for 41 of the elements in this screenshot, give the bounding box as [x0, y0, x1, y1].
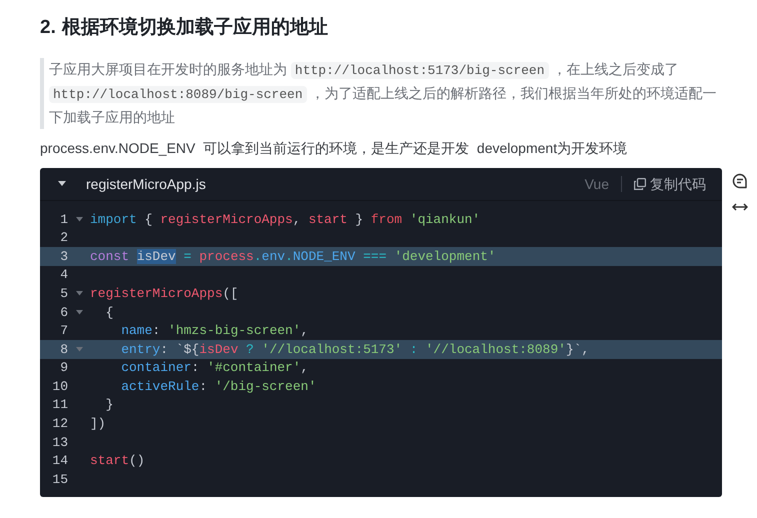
copy-code-button[interactable]: 复制代码 [634, 174, 706, 194]
code-text: activeRule: '/big-screen' [120, 378, 316, 396]
line-number: 5 [59, 284, 68, 303]
line-number: 14 [51, 452, 68, 470]
expand-width-icon[interactable] [732, 201, 748, 213]
code-text: name: 'hmzs-big-screen', [120, 322, 308, 340]
code-text: const isDev = process.env.NODE_ENV === 'development' [90, 248, 496, 266]
line-number: 7 [59, 322, 68, 340]
fold-caret-icon[interactable] [76, 291, 82, 296]
code-text: start() [90, 452, 145, 470]
code-text: } [104, 396, 114, 414]
code-text: container: '#container', [120, 359, 308, 378]
copy-icon [634, 178, 646, 190]
collapse-caret-icon[interactable] [58, 181, 66, 187]
language-label: Vue [584, 174, 609, 194]
comment-icon[interactable] [732, 173, 748, 189]
code-text: registerMicroApps([ [90, 284, 238, 303]
line-number: 6 [59, 304, 68, 322]
heading-number: 2. [40, 16, 56, 40]
line-number: 11 [51, 396, 68, 414]
line-number: 12 [51, 415, 68, 434]
file-name: registerMicroApp.js [86, 174, 206, 194]
line-number: 13 [51, 434, 68, 452]
code-text: ]) [90, 415, 106, 434]
line-number: 4 [59, 266, 68, 284]
code-text: import { registerMicroApps, start } from 'qiankun' [90, 210, 480, 229]
code-text: { [104, 304, 114, 322]
line-number: 9 [59, 359, 68, 378]
line-number: 8 [59, 340, 68, 359]
fold-caret-icon[interactable] [76, 310, 82, 315]
quote-text: 子应用大屏项目在开发时的服务地址为 http://localhost:5173/big-screen ，在上线之后变成了 http://localhost:8089/big-screen ，为了适配上线之后的解析路径，我们根据当年所处的环境适配一下加载子应用的地址 [49, 60, 718, 127]
line-number: 2 [59, 229, 68, 248]
line-number: 1 [59, 210, 68, 229]
paragraph: process.env.NODE_ENV 可以拿到当前运行的环境，是生产还是开发 development为开发环境 [40, 139, 628, 158]
line-number: 15 [51, 470, 68, 489]
heading: 根据环境切换加载子应用的地址 [62, 16, 328, 40]
fold-caret-icon[interactable] [76, 216, 82, 222]
line-number: 10 [51, 378, 68, 396]
line-number: 3 [59, 248, 68, 266]
fold-caret-icon[interactable] [76, 346, 82, 352]
code-text: entry: `${isDev ? '//localhost:5173' : '//localhost:8089'}`, [120, 340, 590, 359]
